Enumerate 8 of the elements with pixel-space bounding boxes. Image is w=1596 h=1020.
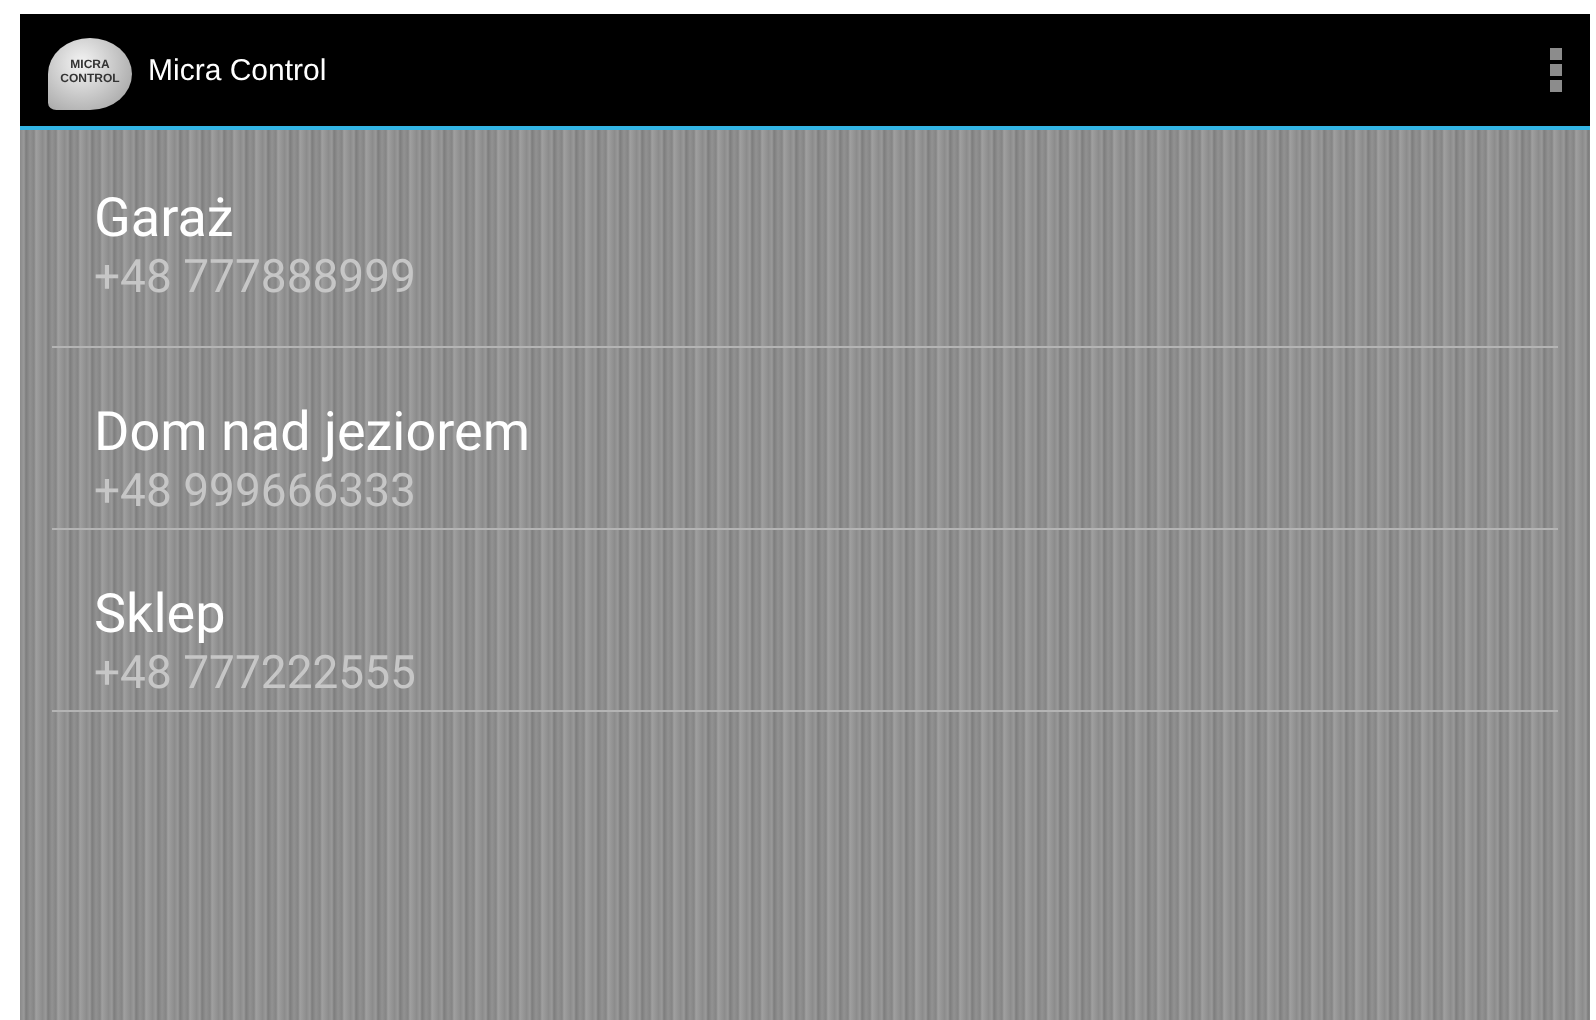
- phone-number: +48 777222555: [94, 646, 418, 702]
- phone-number: +48 777888999: [94, 250, 418, 306]
- app-title: Micra Control: [148, 53, 327, 87]
- phone-number: +48 999666333: [94, 464, 418, 520]
- overflow-menu-icon[interactable]: [1550, 48, 1562, 92]
- contact-name[interactable]: Garaż: [94, 186, 1558, 250]
- contact-name[interactable]: Sklep: [94, 582, 1558, 646]
- contact-name[interactable]: Dom nad jeziorem: [94, 400, 1558, 464]
